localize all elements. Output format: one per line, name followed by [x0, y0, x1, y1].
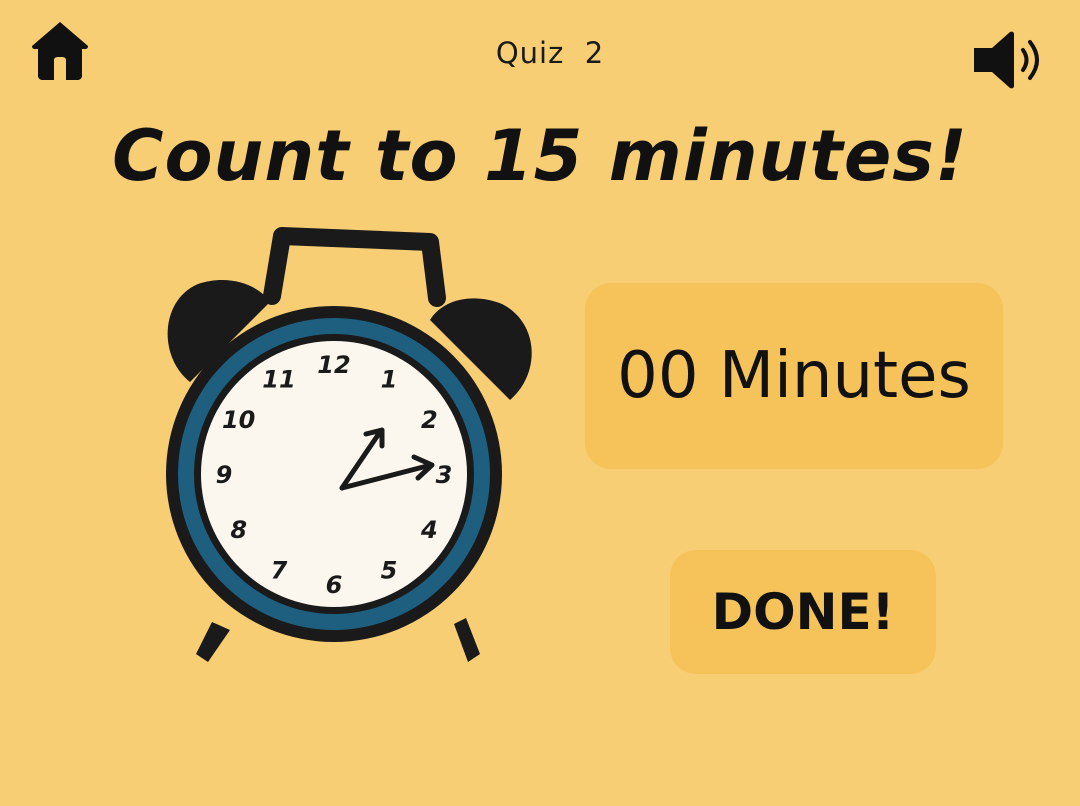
clock-numeral-3: 3 — [436, 461, 453, 489]
clock-face — [201, 341, 467, 607]
sound-button[interactable] — [970, 28, 1052, 92]
clock-numeral-9: 9 — [216, 461, 233, 489]
page-title: Count to 15 minutes! — [112, 115, 968, 197]
clock-numeral-4: 4 — [420, 516, 438, 544]
done-button[interactable]: DONE! — [670, 550, 936, 674]
minutes-display: 00 Minutes — [585, 283, 1003, 469]
clock-numeral-2: 2 — [421, 406, 438, 434]
clock-numeral-1: 1 — [381, 366, 398, 394]
clock-numeral-7: 7 — [271, 556, 288, 584]
clock-numeral-12: 12 — [317, 351, 350, 379]
clock-handle — [263, 227, 446, 307]
clock-numeral-6: 6 — [326, 571, 343, 599]
clock-numeral-8: 8 — [230, 516, 247, 544]
clock-numeral-5: 5 — [381, 556, 398, 584]
clock-leg-left — [196, 622, 230, 662]
clock-leg-right — [454, 618, 480, 662]
clock-numeral-10: 10 — [222, 406, 255, 434]
clock-numeral-11: 11 — [262, 366, 295, 394]
speaker-icon — [974, 31, 1039, 89]
alarm-clock-illustration: 12 12 3 45 6 78 9 1011 — [166, 227, 532, 662]
quiz-label: Quiz 2 — [495, 36, 605, 70]
